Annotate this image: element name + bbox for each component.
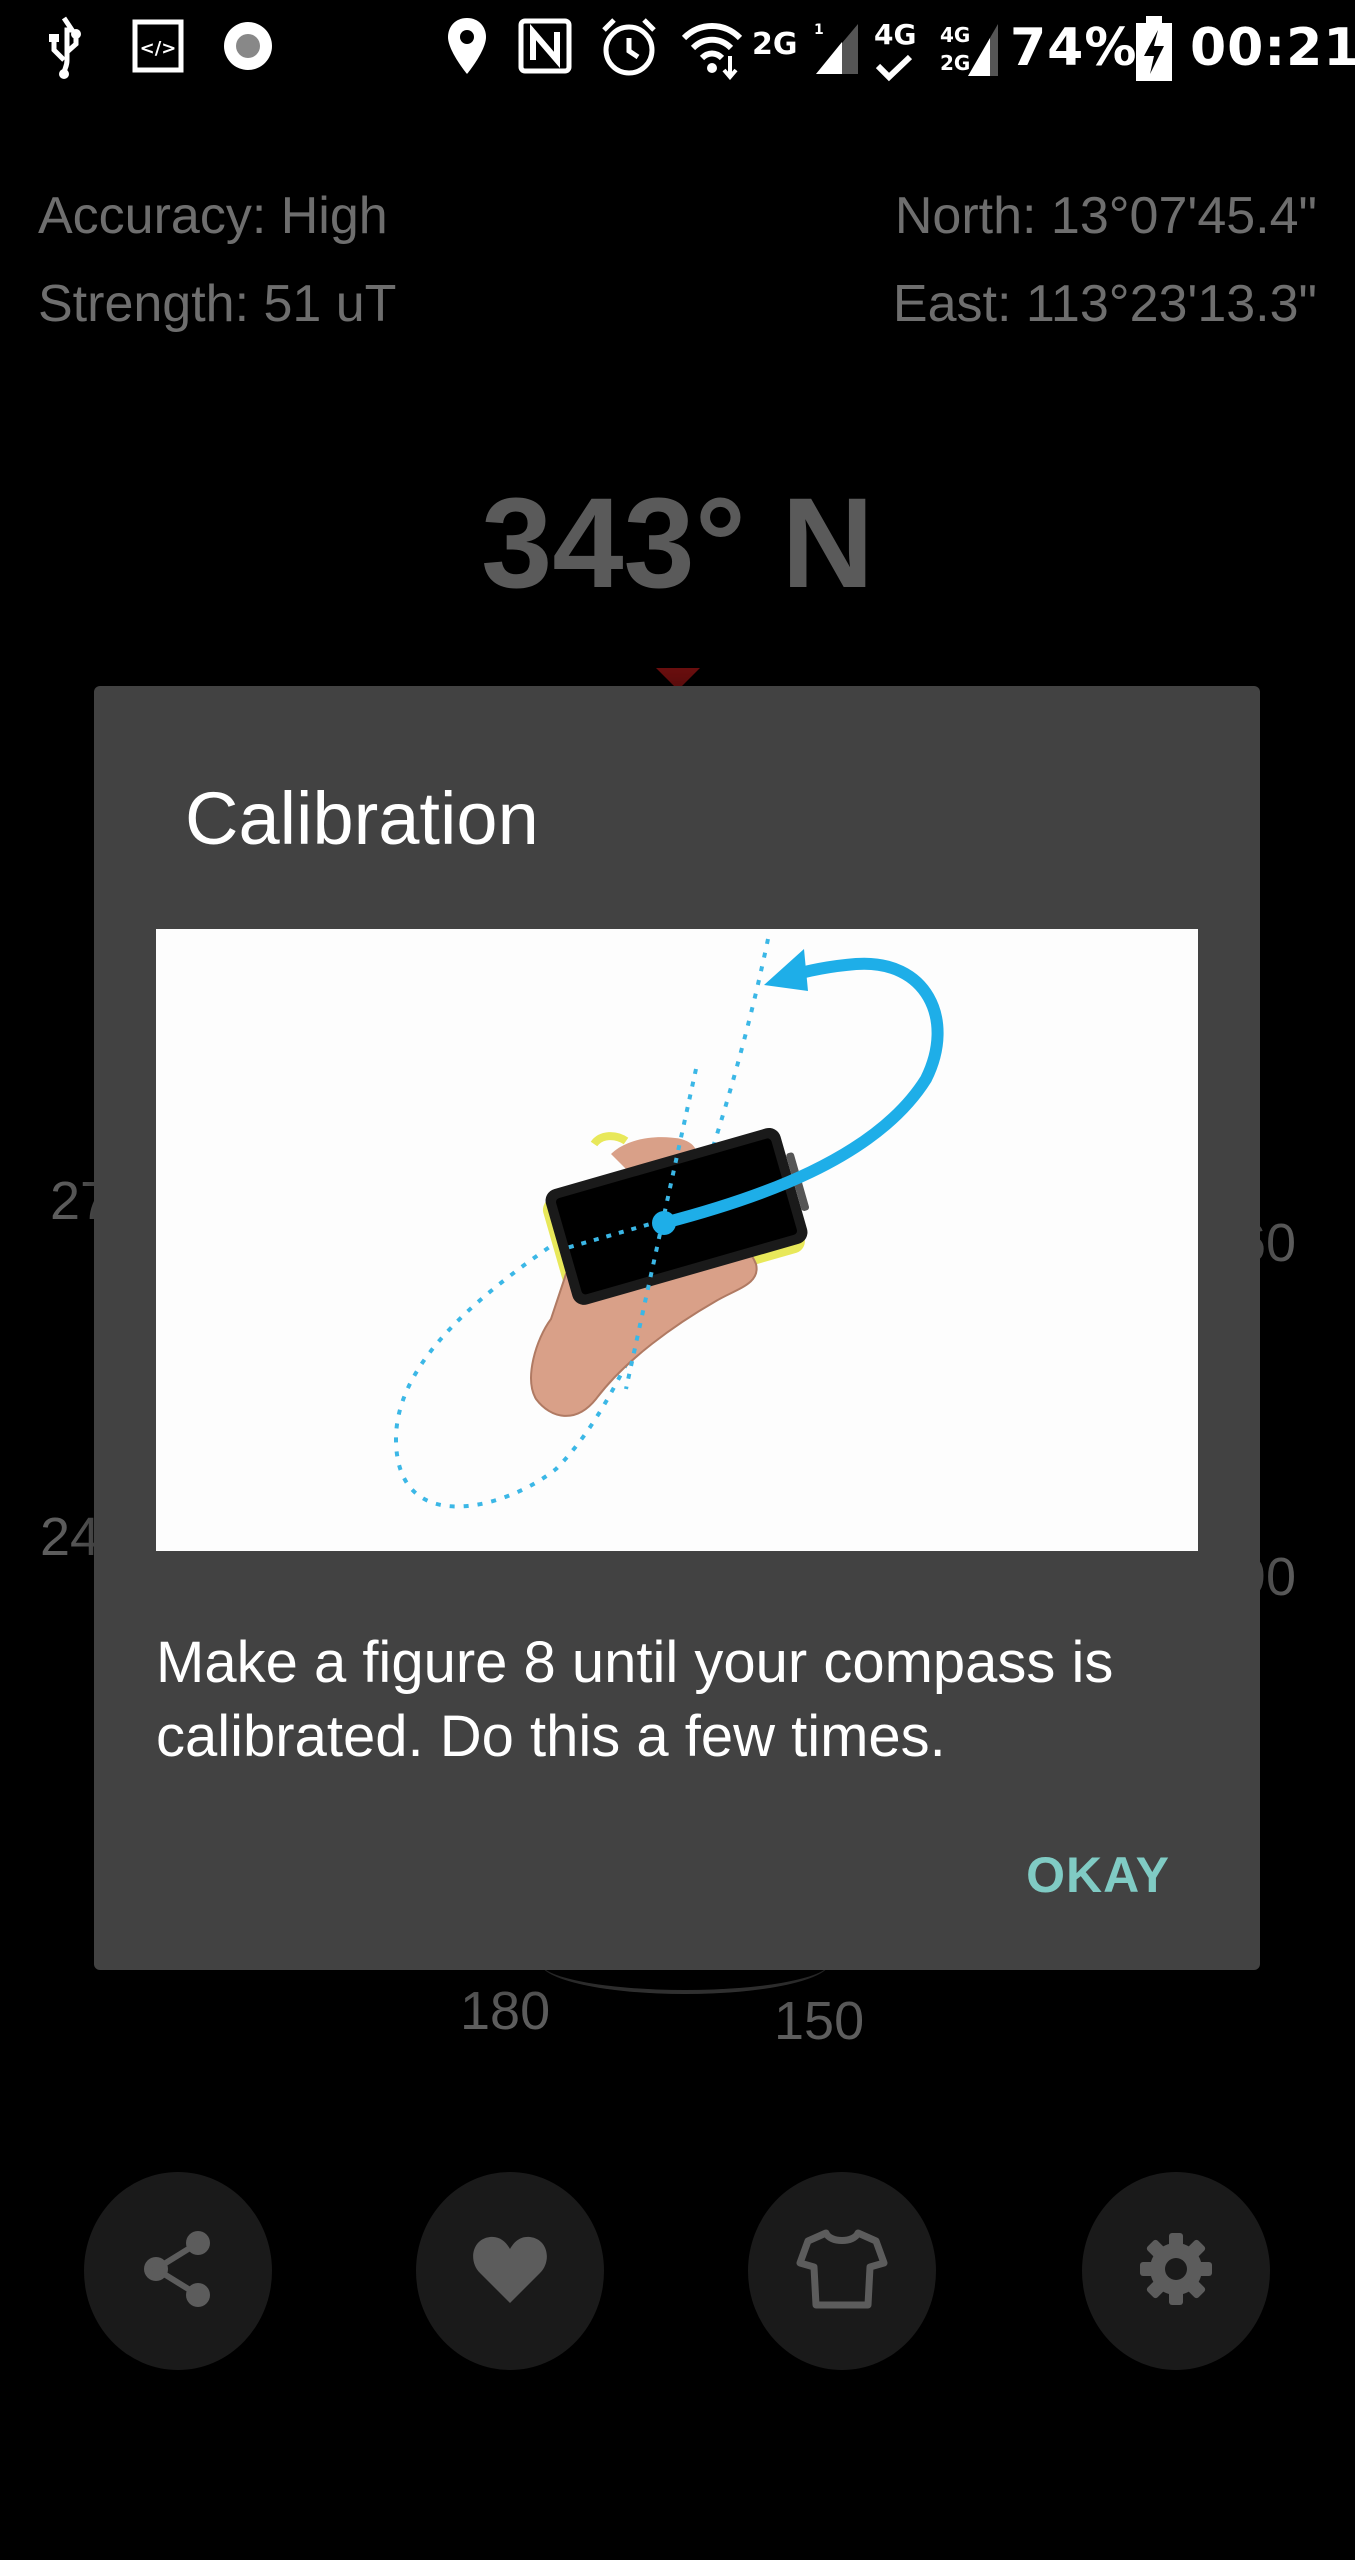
- battery-charging-icon: [1134, 16, 1174, 87]
- shirt-icon: [796, 2227, 888, 2316]
- settings-button[interactable]: [1082, 2172, 1270, 2370]
- heart-icon: [470, 2233, 550, 2310]
- dialog-title: Calibration: [185, 777, 539, 860]
- signal-icon: 1: [812, 20, 862, 81]
- alarm-icon: [598, 16, 660, 83]
- heading-readout: 343° N: [481, 472, 874, 615]
- strength-text: Strength: 51 uT: [38, 275, 397, 333]
- calibration-illustration: [156, 929, 1198, 1551]
- developer-mode-icon: </>: [132, 16, 184, 81]
- clock: 00:21: [1190, 18, 1355, 78]
- wifi-icon: [680, 16, 744, 85]
- usb-icon: [44, 16, 84, 85]
- favorite-button[interactable]: [416, 2172, 604, 2370]
- calibration-dialog: Calibration Make a figure 8 until your c…: [94, 686, 1260, 1970]
- share-icon: [140, 2229, 216, 2314]
- dial-label: 180: [460, 1981, 551, 2041]
- battery-percent: 74%: [1010, 18, 1138, 78]
- east-coordinate: East: 113°23'13.3": [892, 275, 1317, 333]
- north-coordinate: North: 13°07'45.4": [894, 187, 1317, 245]
- svg-text:</>: </>: [140, 38, 177, 59]
- location-icon: [446, 16, 488, 83]
- dial-label: 24: [40, 1507, 101, 1567]
- accuracy-text: Accuracy: High: [38, 187, 388, 245]
- settings-icon: [1138, 2231, 1214, 2312]
- share-button[interactable]: [84, 2172, 272, 2370]
- theme-button[interactable]: [748, 2172, 936, 2370]
- dial-label: 150: [774, 1991, 865, 2051]
- nfc-icon: [518, 16, 572, 81]
- okay-button[interactable]: OKAY: [1026, 1846, 1170, 1904]
- svg-text:1: 1: [814, 22, 824, 38]
- network-2g-label: 2G: [752, 27, 798, 62]
- network-4g-label: 4G: [874, 18, 917, 51]
- record-icon: [220, 16, 276, 81]
- signal-icon: [966, 20, 1000, 83]
- check-icon: [874, 54, 914, 87]
- status-bar: </> 2G 1 4G 4G 2G 74% 00:21: [0, 0, 1355, 100]
- dialog-message: Make a figure 8 until your compass is ca…: [156, 1630, 1114, 1769]
